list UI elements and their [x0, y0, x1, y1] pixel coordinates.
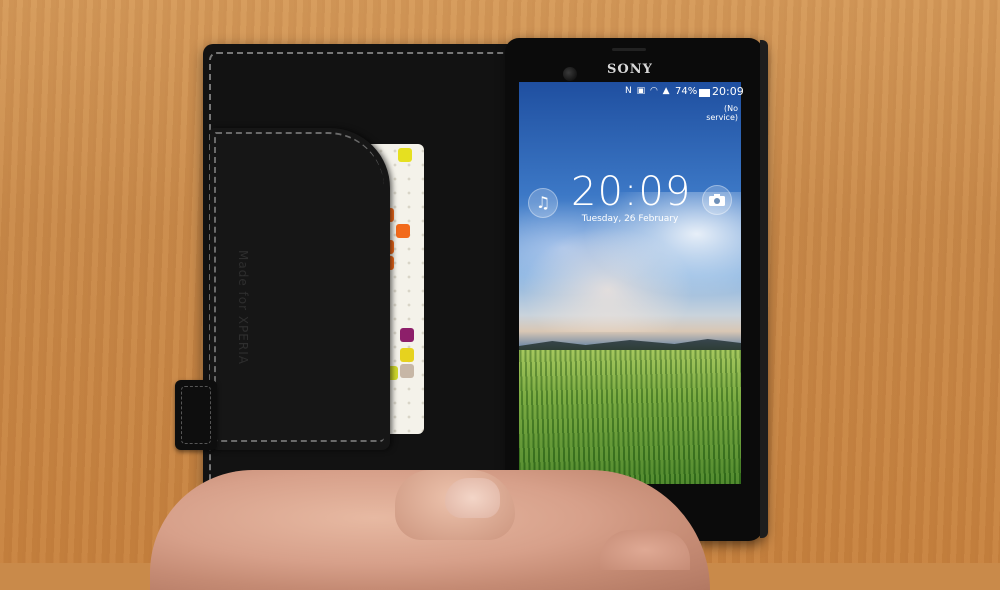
carrier-label: (No service) [706, 104, 738, 122]
music-shortcut-button[interactable]: ♫ [528, 188, 558, 218]
card-dot [400, 364, 414, 378]
phone-brand-logo: SONY [607, 62, 653, 77]
status-icons: N ▣ ◠ ▲ [625, 86, 671, 96]
card-dot [400, 328, 414, 342]
front-camera-icon [563, 67, 577, 81]
phone-screen[interactable] [519, 82, 741, 484]
card-dot [400, 348, 414, 362]
camera-icon [709, 194, 725, 206]
case-embossed-text: Made for XPERIA [236, 250, 250, 365]
wallpaper-wheat-field [519, 350, 741, 484]
lockscreen-clock: 20:09 [571, 169, 692, 215]
music-icon: ♫ [535, 193, 551, 212]
battery-icon [699, 89, 710, 97]
status-bar[interactable]: N ▣ ◠ ▲ 74% 20:09 [519, 84, 744, 100]
finger [600, 530, 690, 570]
thumbnail [445, 478, 500, 518]
camera-shortcut-button[interactable] [702, 185, 732, 215]
card-dot [396, 224, 410, 238]
card-dot [398, 148, 412, 162]
lockscreen-date: Tuesday, 26 February [581, 214, 679, 224]
status-time: 20:09 [712, 85, 744, 98]
clasp-stitching [181, 386, 211, 444]
phone-side-edge [760, 40, 768, 538]
earpiece-speaker [612, 48, 646, 51]
battery-percentage: 74% [675, 86, 698, 97]
case-clasp[interactable] [175, 380, 217, 450]
